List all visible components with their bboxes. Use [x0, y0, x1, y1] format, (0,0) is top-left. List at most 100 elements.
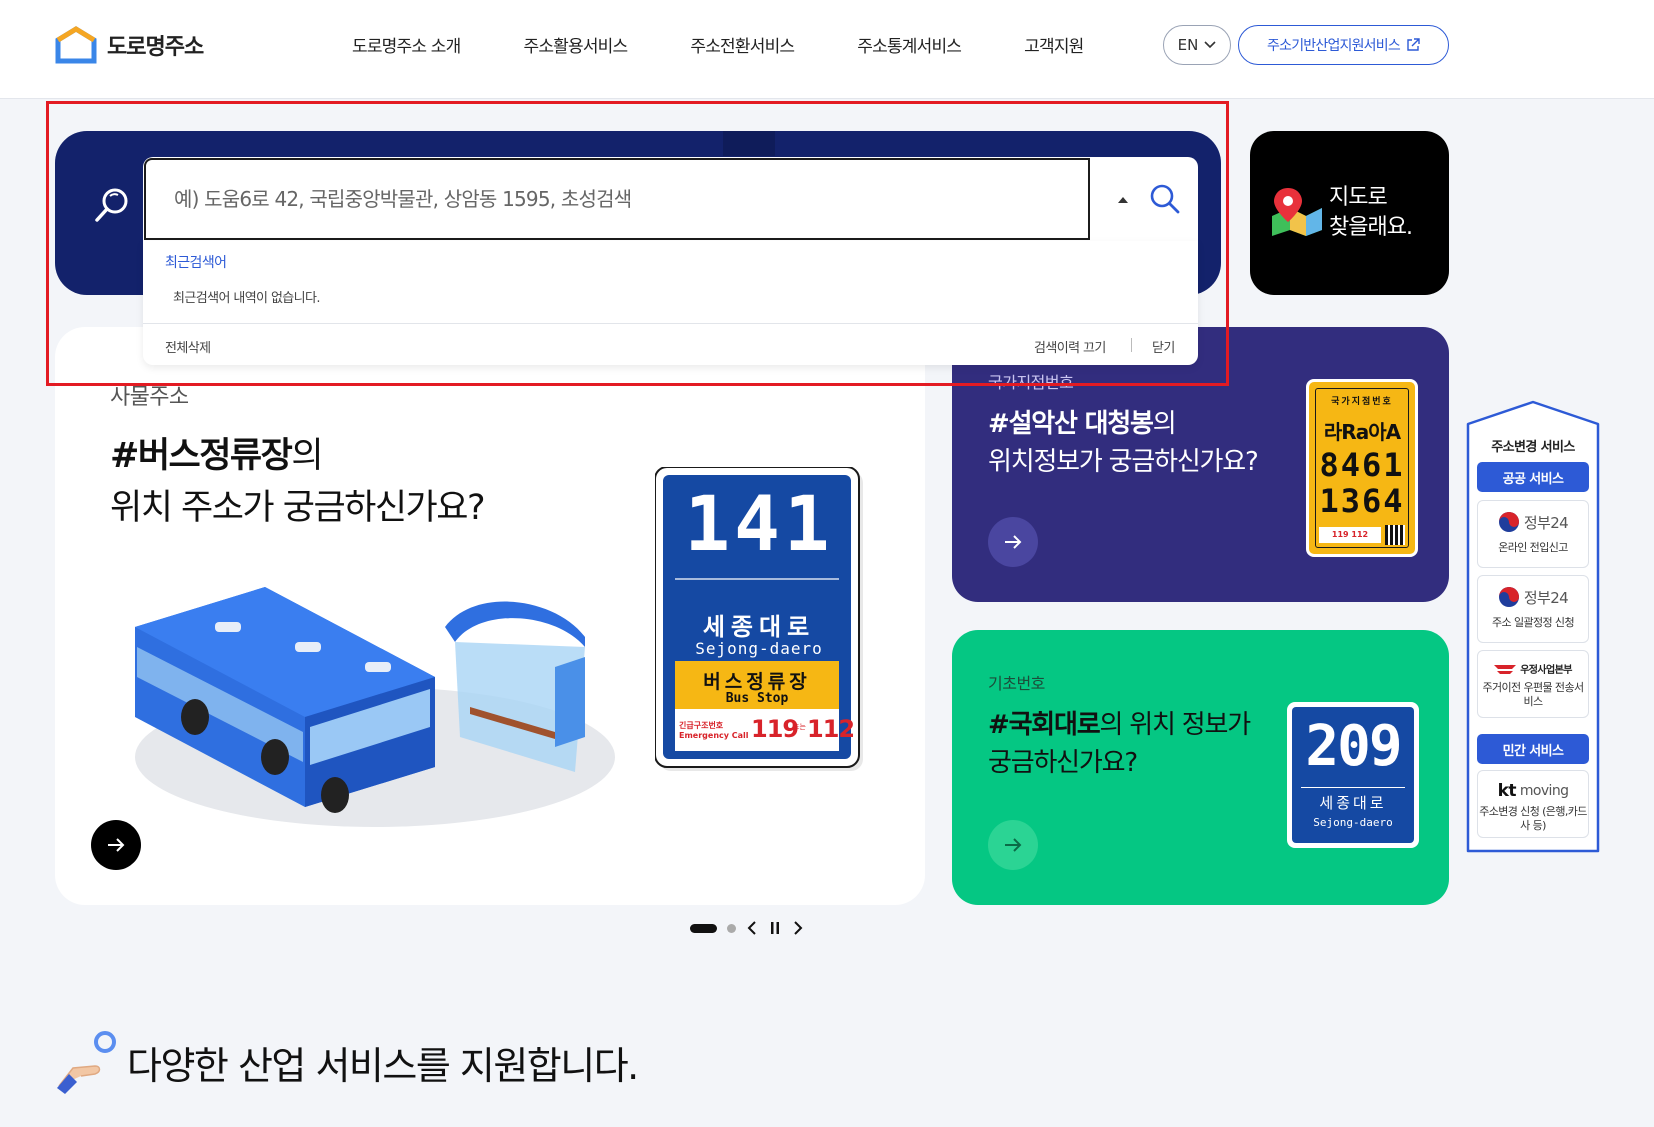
- gov24-bulk-correction-item[interactable]: 정부24 주소 일괄정정 신청: [1477, 575, 1589, 643]
- national-point-card[interactable]: 국가지점번호 #설악산 대청봉의 위치정보가 궁금하신가요? 국가지점번호 라R…: [952, 327, 1449, 602]
- dropdown-close-button[interactable]: 닫기: [1152, 337, 1175, 356]
- search-magnifier-icon: [95, 188, 128, 222]
- logo-text: 도로명주소: [107, 35, 204, 60]
- base-card-title-line2: 궁금하신가요?: [988, 748, 1138, 778]
- bus-sign-stop-ko: 버스정류장: [703, 671, 811, 693]
- base-sign-road-en: Sejong-daero: [1313, 816, 1393, 829]
- gov24-logo-text: 정부24: [1523, 513, 1569, 532]
- gov24-move-in-text: 온라인 전입신고: [1498, 541, 1568, 554]
- national-point-sign: 국가지점번호 라Ra아A 8461 1364 119 112: [1306, 379, 1418, 557]
- bus-illustration: [135, 587, 615, 827]
- base-number-sign: 209 세종대로 Sejong-daero: [1287, 702, 1419, 848]
- base-card-arrow-button[interactable]: [988, 820, 1038, 870]
- dropdown-separator: [1131, 338, 1132, 352]
- bus-sign-112: 112: [807, 715, 855, 743]
- main-nav: 도로명주소 소개 주소활용서비스 주소전환서비스 주소통계서비스 고객지원: [352, 32, 1084, 57]
- postal-logo-icon: [1494, 664, 1517, 674]
- pager-dot-active[interactable]: [690, 923, 717, 933]
- gov24-logo: 정부24: [1478, 511, 1588, 533]
- kt-moving-text: 주소변경 신청 (은행,카드사 등): [1479, 805, 1587, 832]
- kt-moving-item[interactable]: kt moving 주소변경 신청 (은행,카드사 등): [1477, 770, 1589, 838]
- search-input-wrapper: [144, 158, 1090, 240]
- delete-all-button[interactable]: 전체삭제: [165, 337, 211, 356]
- recent-search-empty: 최근검색어 내역이 없습니다.: [173, 291, 321, 306]
- bus-sign-or: 또는: [793, 723, 806, 731]
- pager-dot[interactable]: [727, 923, 736, 933]
- logo[interactable]: 도로명주소: [55, 26, 204, 64]
- arrow-right-icon: [1005, 838, 1022, 852]
- postal-logo-text: 우정사업본부: [1520, 665, 1572, 676]
- external-link-icon: [1407, 38, 1420, 51]
- kt-moving-logo: kt moving: [1478, 781, 1588, 801]
- bus-sign-road-ko: 세종대로: [702, 613, 816, 641]
- national-card-tag: 국가지점번호: [988, 373, 1074, 392]
- bus-card-arrow-button[interactable]: [91, 820, 141, 870]
- house-logo-icon: [55, 26, 97, 64]
- caret-up-icon[interactable]: [1118, 197, 1128, 203]
- map-search-card[interactable]: 지도로 찾을래요.: [1250, 131, 1449, 295]
- search-box: [143, 157, 1198, 241]
- prev-icon[interactable]: [746, 920, 758, 936]
- gov24-logo-text: 정부24: [1523, 588, 1569, 607]
- bus-sign-road-en: Sejong-daero: [695, 639, 823, 658]
- search-icon: [1150, 184, 1180, 214]
- hand-gear-icon: [57, 1031, 116, 1094]
- bus-card-title: #버스정류장의 위치 주소가 궁금하신가요?: [110, 430, 486, 534]
- national-card-arrow-button[interactable]: [988, 517, 1038, 567]
- bus-sign-stop-en: Bus Stop: [725, 691, 789, 706]
- recent-search-dropdown: 최근검색어 최근검색어 내역이 없습니다. 전체삭제 검색이력 끄기 닫기: [143, 241, 1198, 365]
- bus-card-title-line2: 위치 주소가 궁금하신가요?: [110, 488, 486, 528]
- gov24-logo: 정부24: [1478, 586, 1588, 608]
- national-card-title: #설악산 대청봉의 위치정보가 궁금하신가요?: [988, 405, 1259, 481]
- national-card-title-bold: #설악산 대청봉: [988, 409, 1154, 439]
- nav-statistics-service[interactable]: 주소통계서비스: [857, 32, 962, 57]
- next-icon[interactable]: [792, 920, 804, 936]
- base-sign-number: 209: [1305, 714, 1402, 779]
- nav-usage-service[interactable]: 주소활용서비스: [523, 32, 628, 57]
- search-input[interactable]: [146, 160, 1088, 238]
- national-sign-num1: 8461: [1319, 446, 1405, 484]
- search-button[interactable]: [1143, 177, 1187, 221]
- industry-section-header: 다양한 산업 서비스를 지원합니다.: [55, 1030, 639, 1094]
- address-change-panel: 주소변경 서비스 공공 서비스 정부24 온라인 전입신고 정부24 주소 일괄…: [1466, 400, 1600, 853]
- recent-search-title: 최근검색어: [165, 255, 227, 271]
- pause-icon[interactable]: [768, 920, 782, 936]
- bus-card-tag: 사물주소: [110, 385, 189, 410]
- chevron-down-icon: [1204, 41, 1216, 49]
- industry-section-title: 다양한 산업 서비스를 지원합니다.: [127, 1043, 639, 1088]
- national-sign-header: 국가지점번호: [1331, 397, 1393, 407]
- base-card-tag: 기초번호: [988, 674, 1045, 693]
- qr-code-icon: [1385, 525, 1405, 545]
- map-pin-icon: [1272, 188, 1322, 236]
- national-card-title-line2: 위치정보가 궁금하신가요?: [988, 447, 1259, 477]
- base-sign-road-ko: 세종대로: [1319, 794, 1387, 812]
- side-panel-title: 주소변경 서비스: [1491, 440, 1575, 455]
- bus-stop-card[interactable]: 사물주소 #버스정류장의 위치 주소가 궁금하신가요? 141 세종대로 Sej: [55, 327, 925, 905]
- nav-customer-support[interactable]: 고객지원: [1024, 32, 1084, 57]
- dropdown-divider: [143, 323, 1198, 324]
- industry-support-link[interactable]: 주소기반산업지원서비스: [1238, 25, 1449, 65]
- history-off-button[interactable]: 검색이력 끄기: [1034, 337, 1106, 356]
- national-sign-num2: 1364: [1319, 482, 1405, 520]
- industry-support-label: 주소기반산업지원서비스: [1267, 38, 1401, 54]
- language-select[interactable]: EN: [1163, 25, 1231, 65]
- search-band-tab: [723, 131, 775, 156]
- postal-logo: 우정사업본부: [1478, 661, 1588, 676]
- arrow-right-icon: [108, 838, 125, 852]
- base-number-card[interactable]: 기초번호 #국회대로의 위치 정보가 궁금하신가요? 209 세종대로 Sejo…: [952, 630, 1449, 905]
- nav-conversion-service[interactable]: 주소전환서비스: [690, 32, 795, 57]
- private-service-badge: 민간 서비스: [1477, 734, 1589, 764]
- base-card-title: #국회대로의 위치 정보가 궁금하신가요?: [988, 706, 1251, 782]
- postal-forwarding-text: 주거이전 우편물 전송서비스: [1482, 681, 1585, 708]
- bus-sign-emergency-en: Emergency Call: [679, 731, 749, 740]
- gov24-move-in-item[interactable]: 정부24 온라인 전입신고: [1477, 500, 1589, 568]
- language-label: EN: [1177, 36, 1199, 54]
- postal-forwarding-item[interactable]: 우정사업본부 주거이전 우편물 전송서비스: [1477, 650, 1589, 718]
- bus-sign-number: 141: [684, 479, 834, 568]
- public-service-badge: 공공 서비스: [1477, 462, 1589, 492]
- bus-sign-emergency-ko: 긴급구조번호: [679, 721, 724, 730]
- bus-card-title-bold: #버스정류장: [110, 436, 293, 476]
- site-header: 도로명주소 도로명주소 소개 주소활용서비스 주소전환서비스 주소통계서비스 고…: [0, 0, 1654, 99]
- nav-intro[interactable]: 도로명주소 소개: [352, 32, 461, 57]
- carousel-pager: [690, 920, 804, 936]
